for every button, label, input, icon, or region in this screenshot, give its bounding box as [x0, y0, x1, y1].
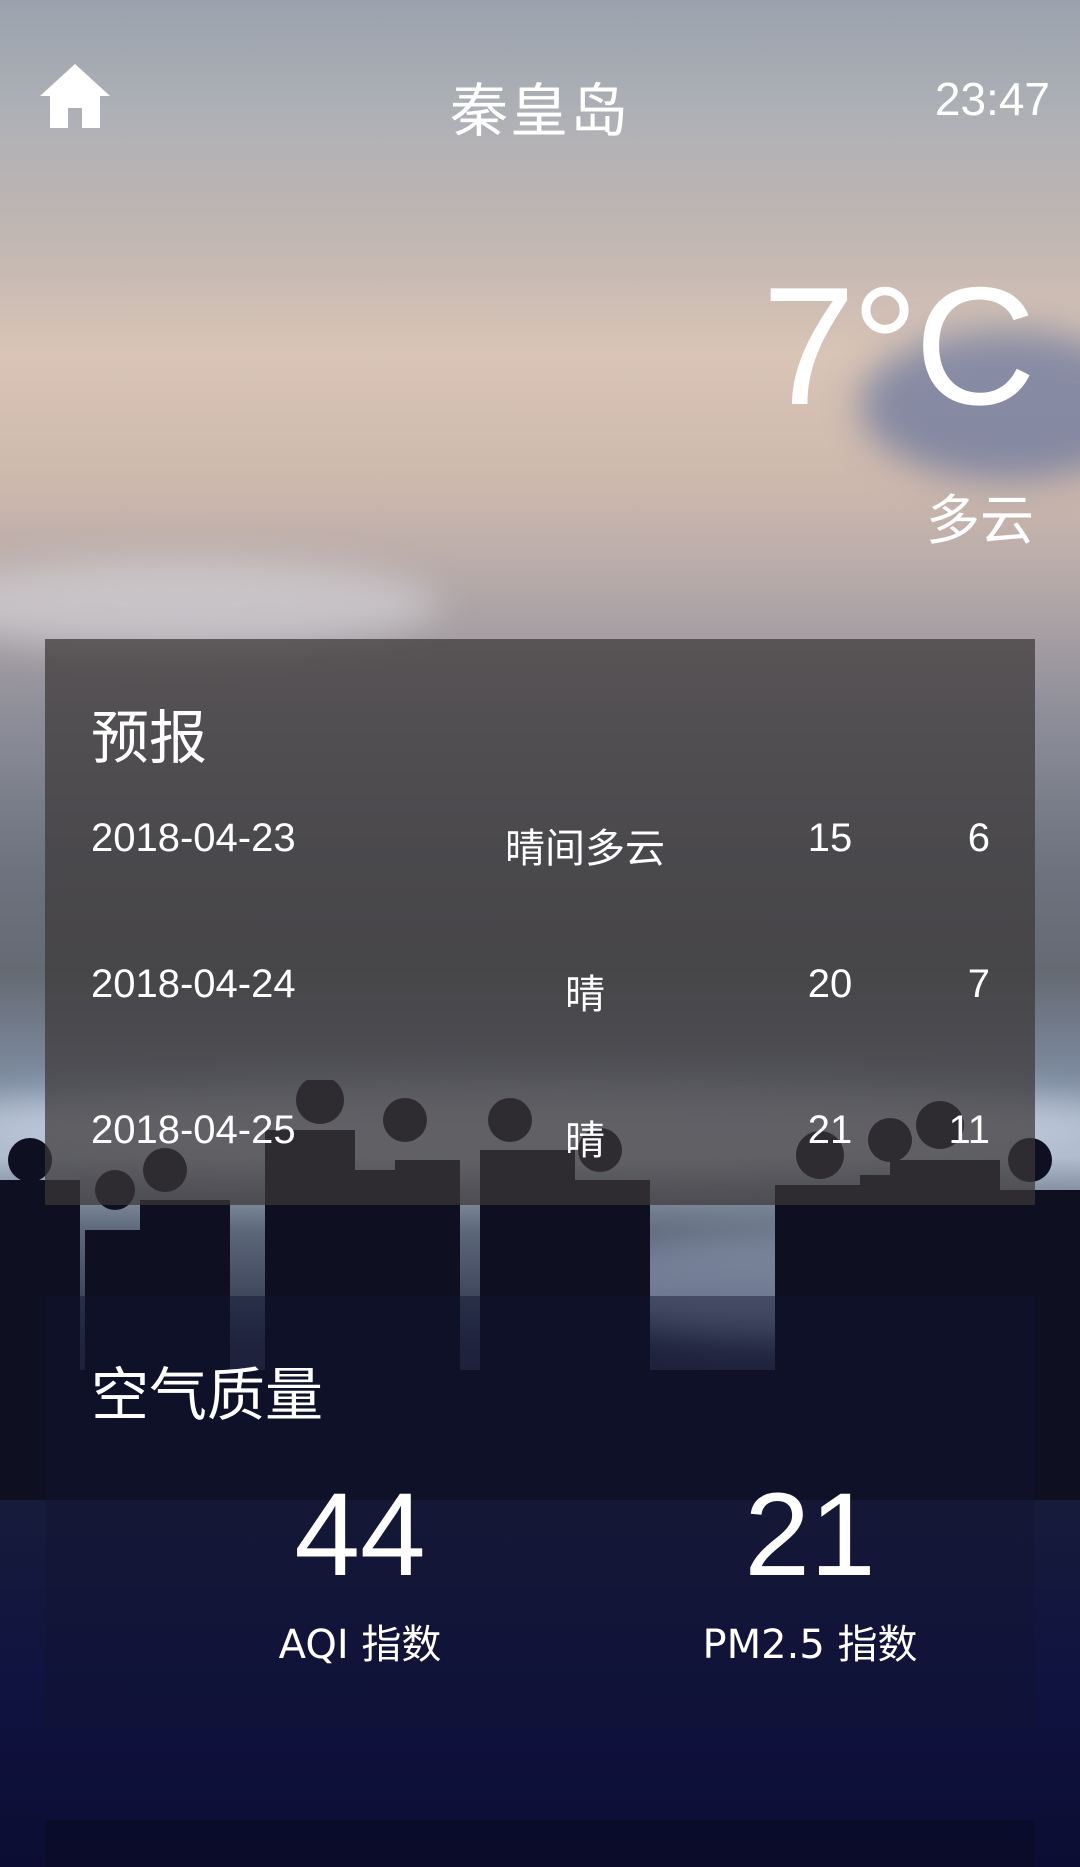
pm25-block: 21 PM2.5 指数 — [590, 1476, 1030, 1670]
air-quality-title: 空气质量 — [91, 1361, 324, 1429]
air-quality-panel: 空气质量 44 AQI 指数 21 PM2.5 指数 — [45, 1296, 1035, 1728]
forecast-date: 2018-04-24 — [91, 962, 296, 1006]
forecast-min-temp: 6 — [967, 816, 990, 860]
forecast-max-temp: 21 — [807, 1108, 853, 1152]
update-time: 23:47 — [934, 73, 1050, 125]
forecast-min-temp: 11 — [948, 1108, 990, 1152]
pm25-label: PM2.5 指数 — [702, 1622, 918, 1668]
bottom-panel-edge — [45, 1820, 1035, 1867]
forecast-title: 预报 — [91, 704, 208, 772]
aqi-value: 44 — [294, 1469, 426, 1601]
forecast-max-temp: 20 — [807, 962, 853, 1006]
weather-screen: 秦皇岛 23:47 7°C 多云 预报 2018-04-23 晴间多云 15 6… — [0, 0, 1080, 1867]
forecast-row: 2018-04-23 晴间多云 15 6 — [45, 816, 1035, 876]
forecast-panel: 预报 2018-04-23 晴间多云 15 6 2018-04-24 晴 20 … — [45, 639, 1035, 1205]
aqi-block: 44 AQI 指数 — [140, 1476, 580, 1670]
forecast-max-temp: 15 — [807, 816, 853, 860]
forecast-min-temp: 7 — [967, 962, 990, 1006]
forecast-row: 2018-04-24 晴 20 7 — [45, 962, 1035, 1022]
aqi-label: AQI 指数 — [278, 1622, 442, 1668]
forecast-row: 2018-04-25 晴 21 11 — [45, 1108, 1035, 1168]
pm25-value: 21 — [744, 1469, 876, 1601]
forecast-date: 2018-04-23 — [91, 816, 296, 860]
current-condition: 多云 — [926, 489, 1034, 552]
city-name: 秦皇岛 — [449, 77, 630, 145]
forecast-condition: 晴 — [565, 1118, 605, 1164]
forecast-condition: 晴 — [565, 972, 605, 1018]
forecast-date: 2018-04-25 — [91, 1108, 296, 1152]
forecast-condition: 晴间多云 — [505, 826, 665, 872]
current-temperature: 7°C — [762, 252, 1036, 440]
top-bar: 秦皇岛 23:47 — [0, 48, 1080, 148]
